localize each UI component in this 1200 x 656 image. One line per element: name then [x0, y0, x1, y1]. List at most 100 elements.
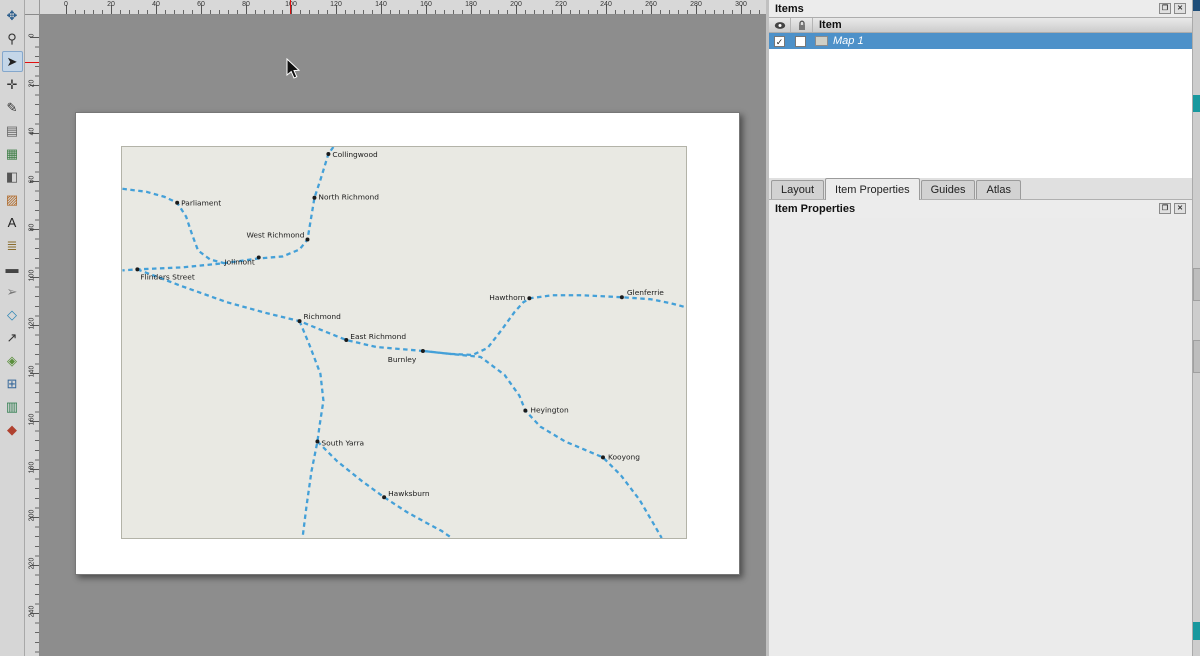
- add-map-tool-icon: ▦: [6, 146, 18, 162]
- ruler-label: 200: [506, 1, 526, 8]
- rail-line-glen-waverley-line: [423, 351, 662, 538]
- rail-line-pakenham-line: [317, 441, 451, 538]
- right-dock-panel: Items ❐✕ Item ✓Map 1: [769, 0, 1192, 656]
- zoom-tool-icon: ⚲: [7, 31, 17, 47]
- item-properties-buttons: ❐✕: [1159, 203, 1186, 214]
- station-dot: [315, 440, 319, 444]
- station-dot: [306, 238, 310, 242]
- station-dot: [421, 349, 425, 353]
- ruler-label: 0: [29, 26, 36, 46]
- add-picture-tool[interactable]: ▨: [2, 189, 23, 210]
- add-scalebar-tool-icon: ▬: [6, 261, 19, 276]
- collapsed-panel-tab[interactable]: [1193, 0, 1200, 11]
- station-label: North Richmond: [318, 193, 379, 202]
- station-label: West Richmond: [246, 231, 304, 240]
- lock-column-header[interactable]: [791, 18, 813, 32]
- items-table-header: Item: [769, 17, 1192, 33]
- map-item[interactable]: CollingwoodParliamentNorth RichmondWest …: [121, 146, 687, 539]
- ruler-label: 120: [326, 1, 346, 8]
- ruler-label: 200: [29, 506, 36, 526]
- ruler-label: 100: [29, 266, 36, 286]
- pan-tool[interactable]: ✥: [2, 5, 23, 26]
- edit-nodes-tool[interactable]: ✎: [2, 97, 23, 118]
- visibility-column-header[interactable]: [769, 18, 791, 32]
- move-content-tool[interactable]: ✛: [2, 74, 23, 95]
- mouse-cursor-icon: [286, 58, 302, 80]
- ruler-label: 140: [371, 1, 391, 8]
- select-move-item-tool-icon: ➤: [7, 54, 18, 70]
- collapsed-panel-tab[interactable]: [1193, 268, 1200, 301]
- items-panel: Items ❐✕ Item ✓Map 1: [769, 0, 1192, 178]
- ruler-label: 240: [596, 1, 616, 8]
- items-list-empty-area[interactable]: [769, 49, 1192, 178]
- collapsed-panel-tab[interactable]: [1193, 95, 1200, 112]
- ruler-label: 80: [29, 218, 36, 238]
- add-node-item-tool[interactable]: ◈: [2, 350, 23, 371]
- station-label: Glenferrie: [627, 288, 664, 297]
- layout-page[interactable]: CollingwoodParliamentNorth RichmondWest …: [75, 112, 740, 575]
- station-dot: [382, 495, 386, 499]
- ruler-label: 160: [29, 410, 36, 430]
- station-dot: [312, 196, 316, 200]
- items-panel-buttons: ❐✕: [1159, 3, 1186, 14]
- right-edge-tab-strip: [1192, 0, 1200, 656]
- zoom-tool[interactable]: ⚲: [2, 28, 23, 49]
- ruler-label: 220: [29, 554, 36, 574]
- tab-item-properties[interactable]: Item Properties: [825, 178, 920, 200]
- item-row[interactable]: ✓ Map 1: [769, 33, 1192, 49]
- rail-line-sandringham-line: [300, 321, 324, 538]
- edit-nodes-tool-icon: ✎: [7, 100, 18, 116]
- ruler-corner: [25, 0, 40, 15]
- items-close-button[interactable]: ✕: [1174, 3, 1186, 14]
- ruler-label: 180: [29, 458, 36, 478]
- add-3d-map-tool-icon: ◧: [6, 169, 18, 185]
- rail-line-lilydale-line: [137, 269, 685, 355]
- ruler-label: 60: [191, 1, 211, 8]
- tab-guides[interactable]: Guides: [921, 180, 976, 199]
- add-legend-tool[interactable]: ≣: [2, 235, 23, 256]
- add-label-tool[interactable]: A: [2, 212, 23, 233]
- properties-float-button[interactable]: ❐: [1159, 203, 1171, 214]
- collapsed-panel-tab[interactable]: [1193, 622, 1200, 640]
- add-map-tool[interactable]: ▦: [2, 143, 23, 164]
- station-label: Hawksburn: [388, 489, 430, 498]
- item-column-header[interactable]: Item: [813, 18, 1192, 32]
- collapsed-panel-tab[interactable]: [1193, 340, 1200, 373]
- add-north-arrow-tool[interactable]: ➢: [2, 281, 23, 302]
- station-dot: [175, 201, 179, 205]
- ruler-label: 300: [731, 1, 751, 8]
- station-label: Flinders Street: [140, 272, 195, 281]
- add-scalebar-tool[interactable]: ▬: [2, 258, 23, 279]
- add-arrow-tool[interactable]: ↗: [2, 327, 23, 348]
- properties-close-button[interactable]: ✕: [1174, 203, 1186, 214]
- ruler-label: 180: [461, 1, 481, 8]
- station-label: Hawthorn: [489, 293, 525, 302]
- add-pages-tool[interactable]: ▤: [2, 120, 23, 141]
- add-html-tool[interactable]: ⊞: [2, 373, 23, 394]
- eye-icon: [774, 21, 786, 30]
- tab-atlas[interactable]: Atlas: [976, 180, 1020, 199]
- visibility-checkbox[interactable]: ✓: [774, 36, 785, 47]
- add-attribute-table-tool[interactable]: ▥: [2, 396, 23, 417]
- ruler-label: 260: [641, 1, 661, 8]
- ruler-label: 80: [236, 1, 256, 8]
- layout-canvas[interactable]: CollingwoodParliamentNorth RichmondWest …: [40, 15, 766, 656]
- select-move-item-tool[interactable]: ➤: [2, 51, 23, 72]
- add-shape-tool[interactable]: ◇: [2, 304, 23, 325]
- ruler-label: 40: [29, 122, 36, 142]
- ruler-label: 60: [29, 170, 36, 190]
- station-label: Richmond: [304, 312, 342, 321]
- ruler-label: 160: [416, 1, 436, 8]
- lock-checkbox[interactable]: [795, 36, 806, 47]
- lock-icon: [797, 20, 807, 31]
- item-row-label: Map 1: [833, 35, 864, 47]
- add-marker-tool[interactable]: ◆: [2, 419, 23, 440]
- add-3d-map-tool[interactable]: ◧: [2, 166, 23, 187]
- tab-layout[interactable]: Layout: [771, 180, 824, 199]
- station-label: Burnley: [388, 355, 417, 364]
- items-float-button[interactable]: ❐: [1159, 3, 1171, 14]
- ruler-label: 100: [281, 1, 301, 8]
- add-north-arrow-tool-icon: ➢: [7, 284, 18, 300]
- item-properties-header: Item Properties ❐✕: [769, 200, 1192, 217]
- ruler-label: 120: [29, 314, 36, 334]
